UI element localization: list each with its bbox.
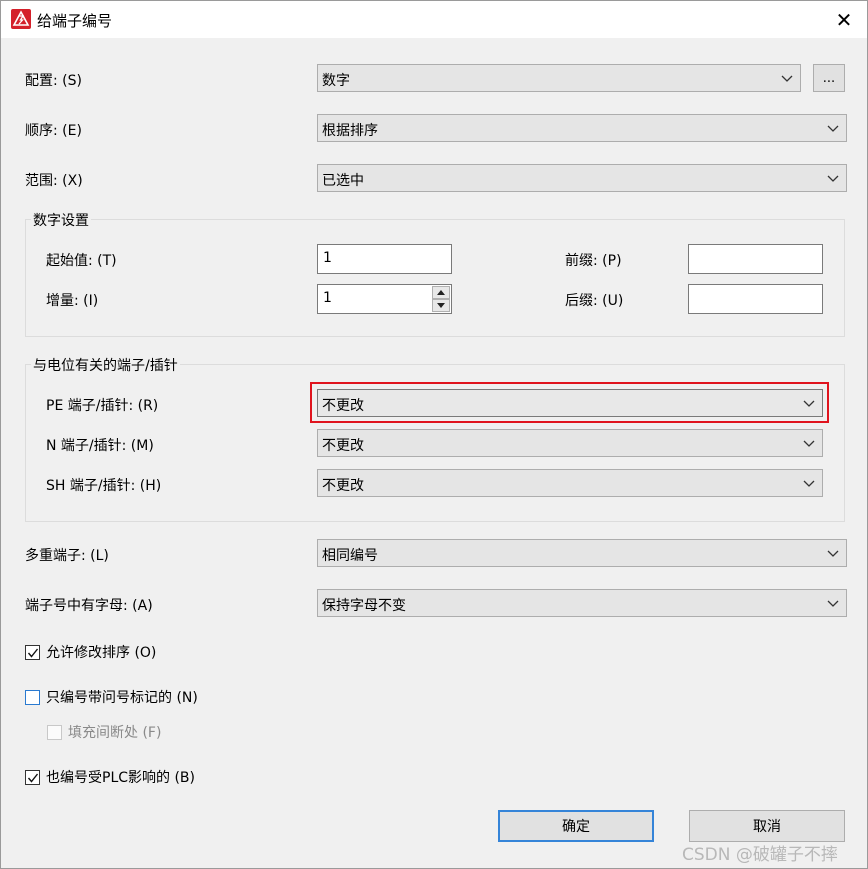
title-bar: 给端子编号 ✕ [1, 1, 867, 38]
chevron-down-icon [803, 480, 815, 487]
checkbox-label: 也编号受PLC影响的 (B) [46, 770, 195, 786]
number-settings-title: 数字设置 [31, 210, 91, 230]
increment-text: 1 [323, 290, 332, 306]
n-terminal-value: 不更改 [322, 438, 364, 454]
checkbox-label: 允许修改排序 (O) [46, 645, 157, 661]
config-more-button[interactable]: ... [813, 64, 845, 92]
chevron-down-icon [827, 550, 839, 557]
only-question-mark-checkbox[interactable]: 只编号带问号标记的 (N) [25, 688, 198, 706]
sh-terminal-label: SH 端子/插针: (H) [46, 478, 162, 494]
range-value: 已选中 [322, 173, 364, 189]
checkbox-label: 填充间断处 (F) [68, 725, 162, 741]
order-select[interactable]: 根据排序 [317, 114, 847, 142]
suffix-input[interactable] [688, 284, 823, 314]
prefix-input[interactable] [688, 244, 823, 274]
fill-gaps-checkbox[interactable]: 填充间断处 (F) [47, 723, 161, 741]
chevron-down-icon [803, 440, 815, 447]
checkbox-box [47, 724, 62, 740]
sh-terminal-value: 不更改 [322, 478, 364, 494]
suffix-label: 后缀: (U) [565, 293, 624, 309]
checkbox-box [25, 689, 40, 705]
multi-terminal-value: 相同编号 [322, 548, 378, 564]
chevron-down-icon [827, 175, 839, 182]
number-settings-group [25, 219, 845, 337]
letters-label: 端子号中有字母: (A) [25, 598, 153, 614]
close-button[interactable]: ✕ [821, 1, 867, 38]
config-value: 数字 [322, 73, 350, 89]
plc-affected-checkbox[interactable]: 也编号受PLC影响的 (B) [25, 768, 195, 786]
range-label: 范围: (X) [25, 173, 83, 189]
checkmark-icon [27, 773, 39, 783]
watermark-text: CSDN @破罐子不摔 [682, 845, 838, 865]
order-value: 根据排序 [322, 123, 378, 139]
potential-group-title: 与电位有关的端子/插针 [31, 355, 180, 375]
chevron-down-icon [803, 400, 815, 407]
chevron-down-icon [827, 125, 839, 132]
increment-up-button[interactable] [432, 286, 450, 299]
triangle-down-icon [437, 303, 445, 308]
ellipsis-label: ... [822, 70, 836, 86]
checkmark-icon [27, 648, 39, 658]
app-logo-icon [11, 9, 31, 29]
checkbox-box [25, 644, 40, 660]
letters-value: 保持字母不变 [322, 598, 406, 614]
pe-terminal-select[interactable]: 不更改 [317, 389, 823, 417]
order-label: 顺序: (E) [25, 123, 82, 139]
ok-button[interactable]: 确定 [498, 810, 654, 842]
allow-change-order-checkbox[interactable]: 允许修改排序 (O) [25, 643, 156, 661]
cancel-button[interactable]: 取消 [689, 810, 845, 842]
increment-down-button[interactable] [432, 299, 450, 312]
checkbox-box [25, 769, 40, 785]
close-icon: ✕ [835, 7, 853, 32]
start-value-input[interactable]: 1 [317, 244, 452, 274]
letters-select[interactable]: 保持字母不变 [317, 589, 847, 617]
config-label: 配置: (S) [25, 73, 82, 89]
n-terminal-select[interactable]: 不更改 [317, 429, 823, 457]
multi-terminal-label: 多重端子: (L) [25, 548, 109, 564]
config-select[interactable]: 数字 [317, 64, 801, 92]
start-value-label: 起始值: (T) [46, 253, 117, 269]
chevron-down-icon [781, 75, 793, 82]
prefix-label: 前缀: (P) [565, 253, 622, 269]
sh-terminal-select[interactable]: 不更改 [317, 469, 823, 497]
multi-terminal-select[interactable]: 相同编号 [317, 539, 847, 567]
pe-terminal-label: PE 端子/插针: (R) [46, 398, 159, 414]
n-terminal-label: N 端子/插针: (M) [46, 438, 154, 454]
pe-terminal-value: 不更改 [322, 398, 364, 414]
range-select[interactable]: 已选中 [317, 164, 847, 192]
stepper-buttons [432, 286, 450, 312]
checkbox-label: 只编号带问号标记的 (N) [46, 690, 198, 706]
chevron-down-icon [827, 600, 839, 607]
window-title: 给端子编号 [37, 12, 113, 30]
dialog-window: 给端子编号 ✕ 配置: (S) 数字 ... 顺序: (E) 根据排序 范围: … [0, 0, 868, 869]
increment-stepper[interactable]: 1 [317, 284, 452, 314]
triangle-up-icon [437, 290, 445, 295]
increment-label: 增量: (I) [46, 293, 99, 309]
start-value-text: 1 [323, 250, 332, 266]
